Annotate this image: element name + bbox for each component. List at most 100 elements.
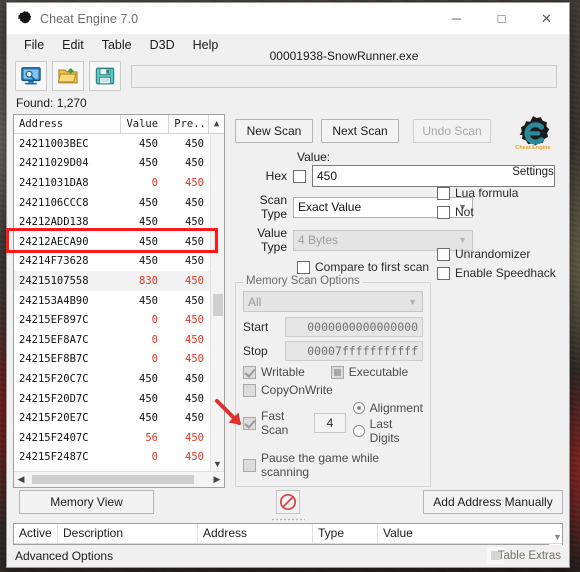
scroll-down-arrow-icon[interactable]: ▼ <box>553 532 562 542</box>
alignment-radio[interactable] <box>352 402 365 414</box>
results-list[interactable]: Address Value Pre.. ▲ 24211003BEC 450 450 2… <box>13 114 225 488</box>
column-header-previous[interactable]: Pre.. <box>169 115 210 134</box>
save-file-icon[interactable] <box>89 61 121 91</box>
column-header-address[interactable]: Address <box>198 523 313 543</box>
memory-view-button[interactable]: Memory View <box>19 489 154 514</box>
table-row[interactable]: 24215F20C7C 450 450 <box>14 369 210 389</box>
cell-value: 450 <box>139 294 158 307</box>
table-row[interactable]: 24215EF897C 0 450 <box>14 310 210 330</box>
settings-label[interactable]: Settings <box>505 166 561 178</box>
panel-splitter[interactable] <box>7 515 569 523</box>
column-header-address[interactable]: Address <box>14 115 122 134</box>
new-scan-button[interactable]: New Scan <box>235 119 313 143</box>
table-row[interactable]: 2421106CCC8 450 450 <box>14 193 210 213</box>
cell-previous: 450 <box>185 314 204 327</box>
chevron-down-icon: ▼ <box>408 296 417 307</box>
cell-address: 24215107558 <box>19 274 89 287</box>
undo-scan-button[interactable]: Undo Scan <box>413 119 491 143</box>
last-digits-radio[interactable] <box>352 425 365 437</box>
executable-checkbox[interactable] <box>330 365 344 379</box>
cell-address: 24211003BEC <box>19 137 89 150</box>
cheat-table-scrollbar[interactable]: ▲ ▼ <box>549 532 562 556</box>
cell-address: 24214F73628 <box>19 255 89 268</box>
cell-value: 0 <box>151 451 158 464</box>
fast-scan-row: Fast Scan 4 Alignment Last Digits <box>243 401 423 445</box>
open-process-icon[interactable] <box>15 61 47 91</box>
close-button[interactable]: ✕ <box>524 3 569 34</box>
scrollbar-thumb[interactable] <box>213 294 223 316</box>
column-header-active[interactable]: Active <box>14 523 58 543</box>
cheat-engine-logo-icon <box>16 10 33 27</box>
memory-region-select[interactable]: All ▼ <box>243 291 423 312</box>
cell-value: 0 <box>151 353 158 366</box>
alignment-label: Alignment <box>369 401 423 415</box>
not-checkbox[interactable] <box>437 205 450 219</box>
menu-file[interactable]: File <box>15 36 53 55</box>
column-header-type[interactable]: Type <box>313 523 378 543</box>
scan-pane: New Scan Next Scan Undo Scan Cheat Engin… <box>225 114 563 488</box>
lua-formula-checkbox[interactable] <box>437 186 450 200</box>
unrandomizer-checkbox[interactable] <box>437 247 450 261</box>
table-row[interactable]: 24215EF8B7C 0 450 <box>14 350 210 370</box>
found-count: Found: 1,270 <box>7 96 569 114</box>
hex-checkbox[interactable] <box>293 169 306 183</box>
open-file-icon[interactable] <box>52 61 84 91</box>
table-row[interactable]: 24211003BEC 450 450 <box>14 134 210 154</box>
table-row[interactable]: 24215F20E7C 450 450 <box>14 408 210 428</box>
cheat-table[interactable]: Active Description Address Type Value ▲ … <box>13 522 563 556</box>
cheat-engine-window: Cheat Engine 7.0 ─ □ ✕ File Edit Table D… <box>6 2 570 568</box>
table-row[interactable]: 24212ADD138 450 450 <box>14 212 210 232</box>
compare-first-scan-label: Compare to first scan <box>315 260 430 274</box>
cell-previous: 450 <box>185 176 204 189</box>
scroll-up-arrow-icon[interactable]: ▲ <box>209 115 224 134</box>
advanced-options-link[interactable]: Advanced Options <box>15 549 113 563</box>
cell-address: 2421106CCC8 <box>19 196 89 209</box>
scroll-down-arrow-icon[interactable]: ▼ <box>213 459 222 469</box>
column-header-value[interactable]: Value <box>121 115 170 134</box>
red-arrow-pointer <box>215 399 241 425</box>
window-title: Cheat Engine 7.0 <box>40 11 139 26</box>
copyonwrite-checkbox[interactable] <box>243 383 256 397</box>
hscroll-thumb[interactable] <box>32 474 194 484</box>
enable-speedhack-checkbox[interactable] <box>437 266 450 280</box>
cell-value: 450 <box>139 137 158 150</box>
maximize-button[interactable]: □ <box>479 3 524 34</box>
table-row[interactable]: 24214F73628 450 450 <box>14 252 210 272</box>
table-row[interactable]: 24215F20D7C 450 450 <box>14 389 210 409</box>
results-horizontal-scrollbar[interactable]: ◀ ▶ <box>14 470 224 487</box>
start-address-input[interactable]: 0000000000000000 <box>285 317 423 337</box>
table-row[interactable]: 24215107558 830 450 <box>14 271 210 291</box>
table-row[interactable]: 24212AECA90 450 450 <box>14 232 210 252</box>
table-row[interactable]: 24215F2487C 0 450 <box>14 448 210 468</box>
process-bar[interactable]: 00001938-SnowRunner.exe <box>131 49 557 88</box>
stop-label: Stop <box>243 344 268 358</box>
cell-value: 450 <box>139 235 158 248</box>
settings-area[interactable]: Cheat Engine Settings <box>505 114 561 178</box>
table-row[interactable]: 242153A4B90 450 450 <box>14 291 210 311</box>
cell-value: 450 <box>139 412 158 425</box>
side-options: Lua formula Not Unrandomizer Enable Spee… <box>437 186 567 285</box>
table-extras-link[interactable]: Table Extras <box>498 550 561 562</box>
table-row[interactable]: 24215F2407C 56 450 <box>14 428 210 448</box>
scroll-right-arrow-icon[interactable]: ▶ <box>210 472 224 487</box>
stop-address-input[interactable]: 00007fffffffffff <box>285 341 423 361</box>
cheat-table-body[interactable]: ▲ ▼ <box>14 532 562 556</box>
add-address-manually-button[interactable]: Add Address Manually <box>423 489 563 514</box>
next-scan-button[interactable]: Next Scan <box>321 119 399 143</box>
scroll-left-arrow-icon[interactable]: ◀ <box>14 472 28 487</box>
fast-scan-value-input[interactable]: 4 <box>314 413 346 433</box>
compare-first-scan-checkbox[interactable] <box>297 260 310 274</box>
column-header-value[interactable]: Value <box>378 523 562 543</box>
table-row[interactable]: 24211031DA8 0 450 <box>14 173 210 193</box>
minimize-button[interactable]: ─ <box>434 3 479 34</box>
hscroll-track[interactable] <box>28 472 210 487</box>
table-row[interactable]: 24211029D04 450 450 <box>14 154 210 174</box>
column-header-description[interactable]: Description <box>58 523 198 543</box>
pause-game-checkbox[interactable] <box>243 458 256 472</box>
cell-previous: 450 <box>185 353 204 366</box>
stop-prohibited-icon[interactable] <box>276 489 300 514</box>
menu-edit[interactable]: Edit <box>53 36 93 55</box>
writable-checkbox[interactable] <box>243 365 256 379</box>
copyonwrite-row: CopyOnWrite <box>243 383 423 397</box>
table-row[interactable]: 24215EF8A7C 0 450 <box>14 330 210 350</box>
